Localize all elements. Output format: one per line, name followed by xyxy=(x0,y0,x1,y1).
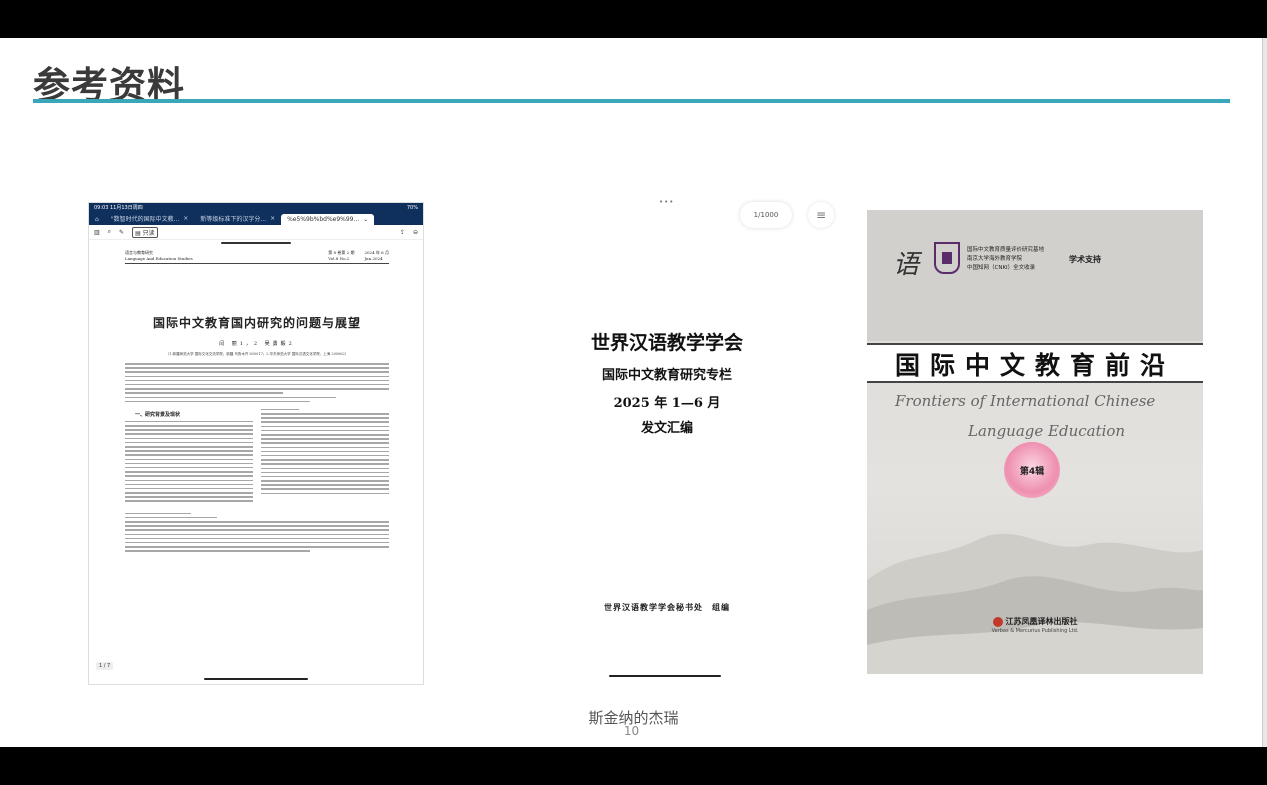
doc-title-line-1: 世界汉语教学学会 xyxy=(590,332,743,354)
page-counter: 1/1000 xyxy=(740,202,792,228)
pdf-page: 语言与教育研究 Language And Education Studies 第… xyxy=(89,244,423,552)
footnotes-block xyxy=(125,512,389,552)
publisher-name: 江苏凤凰译林出版社 xyxy=(1005,617,1078,626)
pdf-toolbar: ▥ ⌕ ✎ ▤ 只读 ⇪ ⊖ xyxy=(89,225,423,240)
more-dots-icon[interactable]: ••• xyxy=(659,198,674,206)
tab-label: "数智时代的国际中文教... xyxy=(110,216,180,223)
ipad-status-bar: 09:03 11月13日周四 70% xyxy=(89,203,423,212)
window-edge xyxy=(1262,38,1267,747)
doc-title-line-4: 发文汇编 xyxy=(640,421,693,436)
document-cover-screenshot: ••• 1/1000 ≡ 世界汉语教学学会 国际中文教育研究专栏 2025 年 … xyxy=(562,196,834,686)
menu-icon[interactable]: ≡ xyxy=(808,202,834,228)
browser-tab-bar: ⌂ "数智时代的国际中文教... × 新等级标准下的汉字分... × %e5%9b%… xyxy=(89,212,423,225)
status-battery: 70% xyxy=(406,204,418,211)
close-icon[interactable]: × xyxy=(183,215,188,222)
doc-title-line-2: 国际中文教育研究专栏 xyxy=(601,368,732,383)
document-icon: ▤ xyxy=(135,229,141,237)
journal-name-en: Language And Education Studies xyxy=(125,256,193,261)
cover-title-cn: 国际中文教育前沿 xyxy=(894,351,1175,380)
title-underline xyxy=(33,99,1230,103)
sponsor-lines: 国际中文教育质量评价研究基地 南京大学海外教育学院 中国知网（CNKI）全文收录 xyxy=(967,246,1044,273)
body-columns: 一、研究背景及现状 xyxy=(125,406,389,504)
close-icon[interactable]: × xyxy=(270,215,275,222)
journal-date-en: Jun.2024 xyxy=(364,256,383,261)
sponsor-line: 中国知网（CNKI）全文收录 xyxy=(967,265,1036,271)
abstract-block xyxy=(125,363,389,403)
home-indicator[interactable] xyxy=(609,675,721,677)
doc-footer: 世界汉语教学学会秘书处 组编 xyxy=(604,603,730,612)
journal-volume-en: Vol.8 No.2 xyxy=(328,256,350,261)
browser-tab-2[interactable]: 新等级标准下的汉字分... × xyxy=(194,212,281,225)
slide-page-number: 10 xyxy=(623,724,640,738)
share-icon[interactable]: ⇪ xyxy=(400,229,405,236)
home-tab[interactable]: ⌂ xyxy=(89,214,105,225)
section-heading: 一、研究背景及现状 xyxy=(135,412,181,419)
sidebar-icon[interactable]: ▥ xyxy=(94,229,100,236)
issue-badge: 第4辑 xyxy=(1004,442,1060,498)
paper-authors: 闫 丽1，2 吴勇毅2 xyxy=(219,341,295,347)
browser-tab-1[interactable]: "数智时代的国际中文教... × xyxy=(105,212,195,225)
publisher-logo-icon xyxy=(992,616,1003,627)
home-icon: ⌂ xyxy=(95,216,99,223)
ipad-pdf-screenshot: 09:03 11月13日周四 70% ⌂ "数智时代的国际中文教... × 新等级… xyxy=(88,202,424,685)
doc-title-line-3: 2025 年 1—6 月 xyxy=(613,396,721,411)
cover-title-en-2: Language Education xyxy=(968,422,1126,440)
slide: 参考资料 09:03 11月13日周四 70% ⌂ "数智时代的国际中文教...… xyxy=(0,38,1267,747)
more-icon[interactable]: ⊖ xyxy=(413,229,418,236)
sponsor-line: 国际中文教育质量评价研究基地 xyxy=(967,247,1045,253)
publisher-name-en: Verbas & Mercurius Publishing Ltd. xyxy=(991,628,1079,634)
search-icon[interactable]: ⌕ xyxy=(108,228,111,236)
markup-icon[interactable]: ✎ xyxy=(119,229,124,236)
university-seal-icon xyxy=(934,242,960,274)
chevron-down-icon[interactable]: ⌄ xyxy=(363,216,368,223)
paper-affiliation: （1.新疆师范大学 国际文化交流学院，新疆 乌鲁木齐 830017；2.华东师范… xyxy=(165,352,349,356)
tab-label: 新等级标准下的汉字分... xyxy=(200,216,267,223)
cover-title-en-1: Frontiers of International Chinese xyxy=(895,392,1156,410)
pdf-running-head: 语言与教育研究 Language And Education Studies 第… xyxy=(125,250,389,264)
home-indicator[interactable] xyxy=(204,678,308,680)
tab-label: %e5%9b%bd%e9%99... xyxy=(287,216,360,223)
academic-support-label: 学术支持 xyxy=(1069,255,1101,264)
sponsor-line: 南京大学海外教育学院 xyxy=(967,256,1023,262)
publisher: 江苏凤凰译林出版社 Verbas & Mercurius Publishing … xyxy=(867,616,1203,634)
status-time: 09:03 11月13日周四 xyxy=(94,205,143,211)
paper-title: 国际中文教育国内研究的问题与展望 xyxy=(152,316,361,330)
readonly-label: 只读 xyxy=(142,229,155,237)
page-indicator: 1 / 7 xyxy=(96,662,114,670)
calligraphy-logo: 语 xyxy=(893,250,920,280)
readonly-button[interactable]: ▤ 只读 xyxy=(132,226,158,238)
journal-cover: 语 国际中文教育质量评价研究基地 南京大学海外教育学院 中国知网（CNKI）全文… xyxy=(867,210,1203,674)
browser-tab-3[interactable]: %e5%9b%bd%e9%99... ⌄ xyxy=(281,214,375,225)
